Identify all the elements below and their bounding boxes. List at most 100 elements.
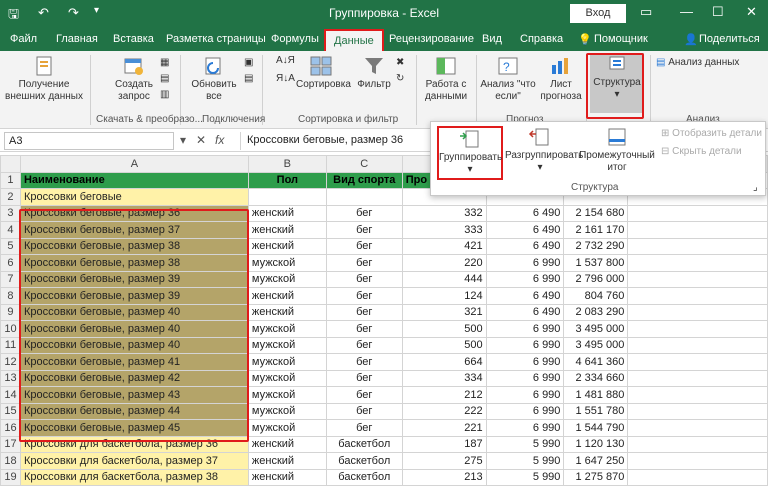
cell-quantity[interactable]: 221 [401, 419, 487, 437]
cell-price[interactable]: 6 990 [485, 254, 565, 272]
cell-name[interactable]: Кроссовки беговые, размер 44 [19, 402, 249, 420]
row-header[interactable]: 6 [0, 254, 21, 272]
row-header[interactable]: 17 [0, 435, 21, 453]
connections-icon[interactable]: ▣ [244, 57, 253, 68]
name-box[interactable]: A3 [4, 132, 174, 150]
close-icon[interactable]: ✕ [746, 4, 757, 20]
row-header[interactable]: 2 [0, 188, 21, 206]
data-tools-button[interactable]: Работа с данными [420, 55, 472, 103]
cell-total[interactable]: 2 154 680 [563, 204, 629, 222]
cell-name[interactable]: Кроссовки для баскетбола, размер 36 [19, 435, 249, 453]
cell-name[interactable]: Кроссовки беговые, размер 43 [19, 386, 249, 404]
properties-icon[interactable]: ▤ [244, 73, 253, 84]
cell-empty[interactable] [627, 402, 768, 420]
cell-empty[interactable] [627, 468, 768, 486]
share-button[interactable]: Поделиться [699, 33, 760, 45]
row-header[interactable]: 13 [0, 369, 21, 387]
cell-empty[interactable] [627, 237, 768, 255]
cell-price[interactable]: 6 490 [485, 237, 565, 255]
row-header[interactable]: 5 [0, 237, 21, 255]
filter-button[interactable]: Фильтр [354, 55, 394, 91]
row-header[interactable]: 11 [0, 336, 21, 354]
cell-sport[interactable]: бег [325, 303, 403, 321]
row-header[interactable]: 1 [0, 171, 21, 189]
tab-help[interactable]: Справка [520, 33, 563, 45]
cell-price[interactable]: 5 990 [485, 435, 565, 453]
cell-sport[interactable]: бег [325, 353, 403, 371]
cell-gender[interactable]: женский [247, 237, 327, 255]
cell-empty[interactable] [627, 369, 768, 387]
cell-total[interactable]: 2 161 170 [563, 221, 629, 239]
cell-total[interactable]: 804 760 [563, 287, 629, 305]
row-header[interactable]: 19 [0, 468, 21, 486]
sort-button[interactable]: Сортировка [296, 55, 351, 91]
row-header[interactable]: 10 [0, 320, 21, 338]
row-header[interactable]: 8 [0, 287, 21, 305]
cell-price[interactable]: 6 990 [485, 402, 565, 420]
cell-gender[interactable]: женский [247, 303, 327, 321]
cell-name[interactable]: Кроссовки беговые, размер 38 [19, 254, 249, 272]
cell-gender[interactable]: мужской [247, 369, 327, 387]
cell-empty[interactable] [627, 386, 768, 404]
cell-quantity[interactable]: 222 [401, 402, 487, 420]
cell-gender[interactable]: женский [247, 204, 327, 222]
cell-gender[interactable]: мужской [247, 353, 327, 371]
cell-name[interactable]: Кроссовки беговые, размер 45 [19, 419, 249, 437]
row-header[interactable]: 14 [0, 386, 21, 404]
cell-sport[interactable] [325, 188, 403, 206]
cell-name[interactable]: Кроссовки беговые, размер 39 [19, 287, 249, 305]
tab-review[interactable]: Рецензирование [389, 33, 474, 45]
cell-price[interactable]: 6 990 [485, 336, 565, 354]
tab-tell-me[interactable]: Помощник [594, 33, 648, 45]
login-button[interactable]: Вход [570, 4, 626, 23]
reapply-icon[interactable]: ↻ [396, 73, 404, 84]
cell-gender[interactable]: мужской [247, 419, 327, 437]
small-recent-icon[interactable]: ▥ [160, 89, 169, 100]
cell-sport[interactable]: баскетбол [325, 452, 403, 470]
cell-name[interactable]: Кроссовки беговые [19, 188, 249, 206]
cell-sport[interactable]: бег [325, 270, 403, 288]
cell-quantity[interactable]: 444 [401, 270, 487, 288]
small-list-icon[interactable]: ▤ [160, 73, 169, 84]
tab-data[interactable]: Данные [324, 29, 384, 51]
cell-gender[interactable]: женский [247, 435, 327, 453]
column-header-b[interactable]: B [247, 155, 327, 173]
cell-empty[interactable] [627, 204, 768, 222]
cell-empty[interactable] [627, 336, 768, 354]
cell-price[interactable]: 5 990 [485, 452, 565, 470]
cell-empty[interactable] [627, 254, 768, 272]
tab-view[interactable]: Вид [482, 33, 502, 45]
tab-home[interactable]: Главная [56, 33, 98, 45]
formula-input[interactable]: Кроссовки беговые, размер 36 [240, 132, 430, 150]
cell-name[interactable]: Кроссовки беговые, размер 40 [19, 320, 249, 338]
cell-name[interactable]: Кроссовки беговые, размер 40 [19, 336, 249, 354]
cell-sport[interactable]: бег [325, 204, 403, 222]
cell-total[interactable]: 2 732 290 [563, 237, 629, 255]
cell-quantity[interactable]: 321 [401, 303, 487, 321]
hide-detail-button[interactable]: ⊟ Скрыть детали [661, 146, 742, 157]
ribbon-display-icon[interactable]: ▭ [640, 4, 652, 20]
cell-name[interactable]: Кроссовки беговые, размер 36 [19, 204, 249, 222]
row-header[interactable]: 16 [0, 419, 21, 437]
cell-gender[interactable]: Пол [247, 171, 327, 189]
cell-empty[interactable] [627, 320, 768, 338]
select-all-corner[interactable] [0, 155, 21, 173]
subtotal-button[interactable]: Промежуточный итог [577, 126, 657, 174]
cell-quantity[interactable]: 664 [401, 353, 487, 371]
cell-total[interactable]: 1 551 780 [563, 402, 629, 420]
cell-gender[interactable]: женский [247, 468, 327, 486]
cell-sport[interactable]: баскетбол [325, 468, 403, 486]
cell-sport[interactable]: бег [325, 221, 403, 239]
clear-filter-icon[interactable]: ✖ [396, 57, 404, 68]
cell-quantity[interactable]: 334 [401, 369, 487, 387]
cell-name[interactable]: Кроссовки для баскетбола, размер 37 [19, 452, 249, 470]
structure-button[interactable]: Структура ▾ [590, 53, 644, 113]
cell-quantity[interactable]: 421 [401, 237, 487, 255]
ungroup-button[interactable]: Разгруппировать ▾ [505, 126, 583, 174]
cell-sport[interactable]: бег [325, 336, 403, 354]
cell-price[interactable]: 6 490 [485, 303, 565, 321]
cell-quantity[interactable]: 500 [401, 320, 487, 338]
cell-name[interactable]: Кроссовки беговые, размер 40 [19, 303, 249, 321]
cell-price[interactable]: 5 990 [485, 468, 565, 486]
small-table-icon[interactable]: ▦ [160, 57, 169, 68]
